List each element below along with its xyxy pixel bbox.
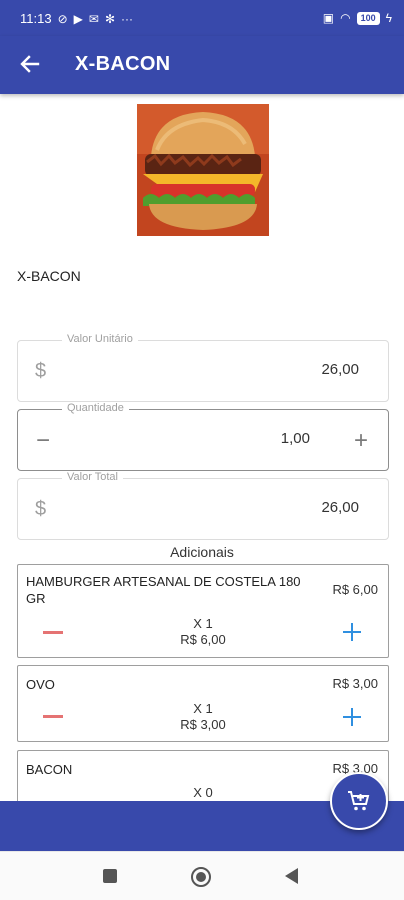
total-value: 26,00 xyxy=(321,499,359,516)
system-back-button[interactable] xyxy=(285,868,298,884)
product-image xyxy=(137,104,269,236)
wifi-icon: ◠ xyxy=(340,11,351,25)
more-notifications-icon: ··· xyxy=(121,11,133,26)
addon-price: R$ 3,00 xyxy=(332,676,378,691)
recent-apps-button[interactable] xyxy=(103,869,117,883)
arrow-left-icon xyxy=(20,55,40,73)
charging-icon: ϟ xyxy=(385,11,392,25)
addon-increase-button[interactable] xyxy=(343,623,361,641)
add-shopping-cart-icon xyxy=(348,791,370,811)
addon-quantity: X 1 xyxy=(193,701,213,716)
total-value-label: Valor Total xyxy=(62,471,123,483)
addon-card: HAMBURGER ARTESANAL DE COSTELA 180 GR R$… xyxy=(17,564,389,658)
quantity-label: Quantidade xyxy=(62,402,129,414)
product-name: X-BACON xyxy=(17,268,81,284)
sync-off-icon: ⊘ xyxy=(57,11,68,26)
youtube-icon: ▶ xyxy=(73,11,83,26)
addon-subtotal: R$ 3,00 xyxy=(180,717,226,732)
unit-value: 26,00 xyxy=(321,361,359,378)
addon-name: BACON xyxy=(26,762,73,777)
unit-value-label: Valor Unitário xyxy=(62,333,138,345)
no-sim-icon: ▣ xyxy=(322,11,335,25)
decrease-quantity-button[interactable]: − xyxy=(30,427,56,454)
status-right: ▣ ◠ 100 ϟ xyxy=(323,11,392,25)
battery-icon: 100 xyxy=(356,11,380,25)
currency-prefix: $ xyxy=(35,498,47,520)
currency-prefix: $ xyxy=(35,360,47,382)
system-nav-bar xyxy=(0,851,404,900)
addon-name: HAMBURGER ARTESANAL DE COSTELA 180 GR xyxy=(26,574,301,606)
status-bar: 11:13 ⊘ ▶ ✉ ✻ ··· ▣ ◠ 100 ϟ xyxy=(0,0,404,36)
status-time: 11:13 xyxy=(20,11,52,26)
back-button[interactable] xyxy=(14,48,46,80)
total-value-field: Valor Total $ 26,00 xyxy=(17,471,389,540)
app-icon: ✻ xyxy=(104,11,115,26)
addon-name: OVO xyxy=(26,677,55,692)
addon-price: R$ 6,00 xyxy=(332,582,378,597)
addons-title: Adicionais xyxy=(170,544,234,560)
increase-quantity-button[interactable]: + xyxy=(348,427,374,454)
page-title: X-BACON xyxy=(75,53,171,75)
quantity-value[interactable]: 1,00 xyxy=(281,430,310,447)
addon-card: OVO R$ 3,00 X 1 R$ 3,00 xyxy=(17,665,389,742)
addon-subtotal: R$ 6,00 xyxy=(180,632,226,647)
notification-icon: ✉ xyxy=(88,11,99,26)
add-to-cart-button[interactable] xyxy=(330,772,388,830)
burger-image xyxy=(137,104,269,236)
unit-value-field: Valor Unitário $ 26,00 xyxy=(17,333,389,402)
quantity-stepper[interactable]: Quantidade − 1,00 + xyxy=(17,402,389,471)
addon-quantity: X 1 xyxy=(193,616,213,631)
home-button[interactable] xyxy=(191,867,211,887)
addon-increase-button[interactable] xyxy=(343,708,361,726)
app-bar: X-BACON xyxy=(0,36,404,94)
status-left: 11:13 ⊘ ▶ ✉ ✻ ··· xyxy=(20,11,133,26)
